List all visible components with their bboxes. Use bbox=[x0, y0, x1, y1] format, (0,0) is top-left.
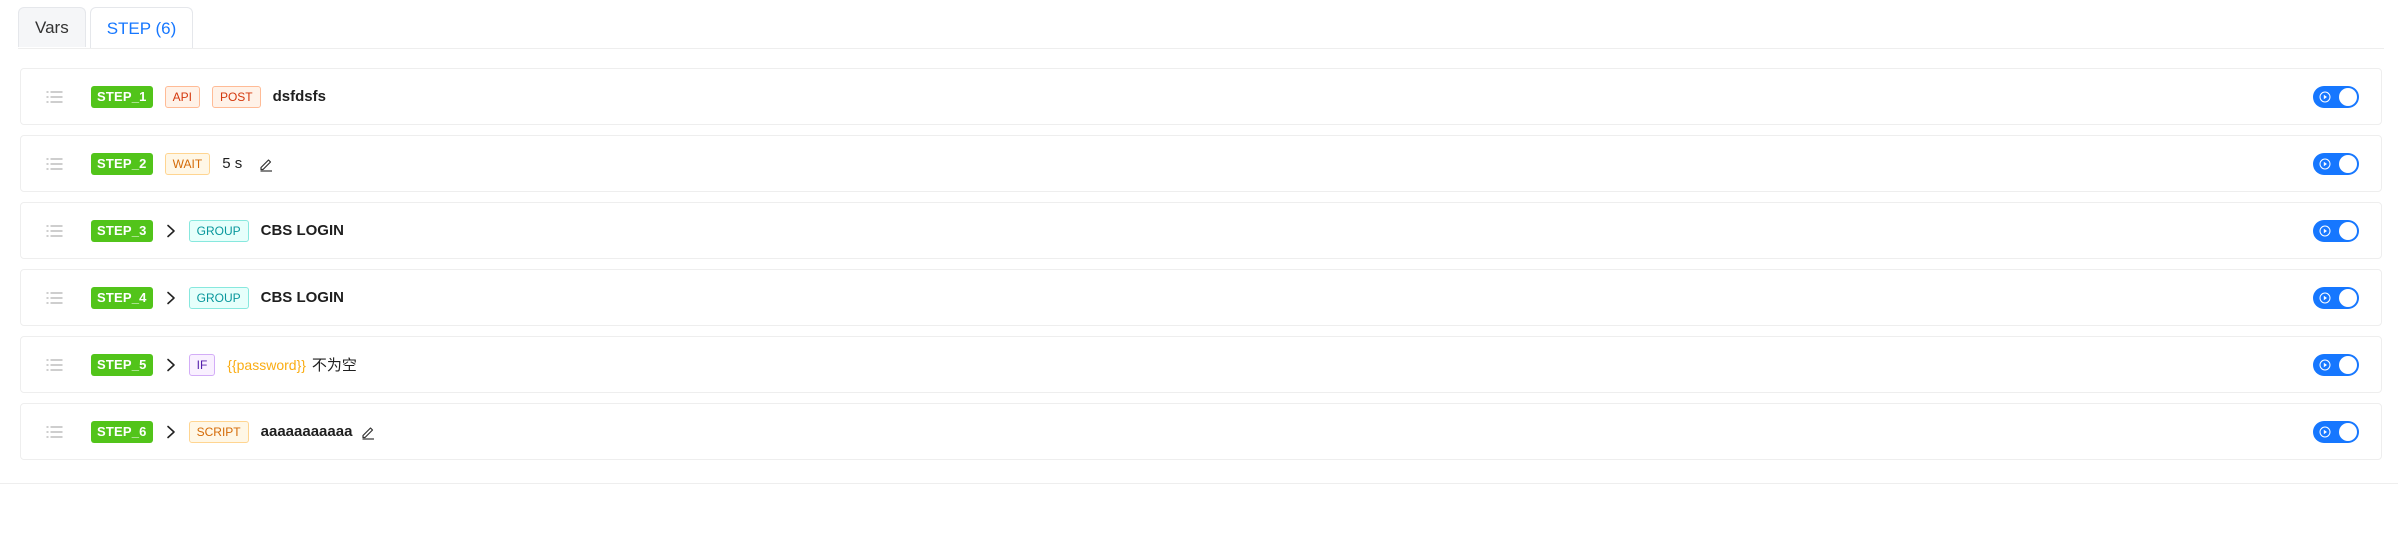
script-tag: SCRIPT bbox=[188, 420, 249, 443]
group-tag: GROUP bbox=[188, 219, 249, 242]
step-id-badge: STEP_6 bbox=[91, 420, 153, 443]
toggle-knob bbox=[2339, 355, 2357, 374]
api-tag: API bbox=[164, 85, 200, 108]
step-id-badge: STEP_4 bbox=[91, 286, 153, 309]
step-id-badge: STEP_2 bbox=[91, 152, 153, 175]
drag-handle-icon[interactable] bbox=[46, 90, 64, 104]
step-title: aaaaaaaaaaa bbox=[260, 423, 353, 440]
toggle-knob bbox=[2339, 221, 2357, 240]
condition-variable: {{password}} bbox=[227, 356, 306, 373]
step-id-badge: STEP_5 bbox=[91, 353, 153, 376]
step-title: dsfdsfs bbox=[272, 88, 326, 105]
toggle-knob bbox=[2339, 154, 2357, 173]
step-id-badge: STEP_3 bbox=[91, 219, 153, 242]
step-title: CBS LOGIN bbox=[260, 289, 344, 306]
drag-handle-icon[interactable] bbox=[46, 358, 64, 372]
wait-duration: 5 s bbox=[222, 155, 243, 172]
tab-bar: Vars STEP (6) bbox=[18, 7, 194, 49]
step-enable-toggle[interactable] bbox=[2313, 85, 2359, 108]
step-row[interactable]: STEP_4 GROUP CBS LOGIN bbox=[20, 269, 2382, 326]
drag-handle-icon[interactable] bbox=[46, 291, 64, 305]
play-circle-icon bbox=[2319, 359, 2331, 370]
step-enable-toggle[interactable] bbox=[2313, 152, 2359, 175]
step-row[interactable]: STEP_1 API POST dsfdsfs bbox=[20, 68, 2382, 125]
if-tag: IF bbox=[188, 353, 216, 376]
tab-step[interactable]: STEP (6) bbox=[89, 7, 194, 49]
step-row[interactable]: STEP_2 WAIT 5 s bbox=[20, 135, 2382, 192]
chevron-right-icon[interactable] bbox=[165, 291, 177, 305]
drag-handle-icon[interactable] bbox=[46, 425, 64, 439]
panel-bottom-divider bbox=[0, 483, 2398, 484]
group-tag: GROUP bbox=[188, 286, 249, 309]
edit-icon[interactable] bbox=[258, 156, 274, 172]
play-circle-icon bbox=[2319, 225, 2331, 236]
method-tag: POST bbox=[211, 85, 261, 108]
tab-bar-divider bbox=[18, 48, 2384, 49]
step-enable-toggle[interactable] bbox=[2313, 420, 2359, 443]
toggle-knob bbox=[2339, 288, 2357, 307]
step-row[interactable]: STEP_5 IF {{password}} 不为空 bbox=[20, 336, 2382, 393]
step-id-badge: STEP_1 bbox=[91, 85, 153, 108]
page: Vars STEP (6) STEP_1 API POST dsfdsfs ST… bbox=[0, 0, 2398, 542]
step-enable-toggle[interactable] bbox=[2313, 286, 2359, 309]
play-circle-icon bbox=[2319, 91, 2331, 102]
condition-operator: 不为空 bbox=[311, 357, 357, 374]
drag-handle-icon[interactable] bbox=[46, 157, 64, 171]
chevron-right-icon[interactable] bbox=[165, 358, 177, 372]
step-enable-toggle[interactable] bbox=[2313, 219, 2359, 242]
step-enable-toggle[interactable] bbox=[2313, 353, 2359, 376]
step-row[interactable]: STEP_6 SCRIPT aaaaaaaaaaa bbox=[20, 403, 2382, 460]
chevron-right-icon[interactable] bbox=[165, 425, 177, 439]
wait-tag: WAIT bbox=[164, 152, 211, 175]
step-title: CBS LOGIN bbox=[260, 222, 344, 239]
play-circle-icon bbox=[2319, 426, 2331, 437]
edit-icon[interactable] bbox=[360, 424, 376, 440]
play-circle-icon bbox=[2319, 292, 2331, 303]
play-circle-icon bbox=[2319, 158, 2331, 169]
tab-vars[interactable]: Vars bbox=[18, 7, 86, 47]
toggle-knob bbox=[2339, 87, 2357, 106]
step-row[interactable]: STEP_3 GROUP CBS LOGIN bbox=[20, 202, 2382, 259]
chevron-right-icon[interactable] bbox=[165, 224, 177, 238]
drag-handle-icon[interactable] bbox=[46, 224, 64, 238]
step-list: STEP_1 API POST dsfdsfs STEP_2 WAIT 5 s bbox=[20, 68, 2382, 470]
toggle-knob bbox=[2339, 422, 2357, 441]
